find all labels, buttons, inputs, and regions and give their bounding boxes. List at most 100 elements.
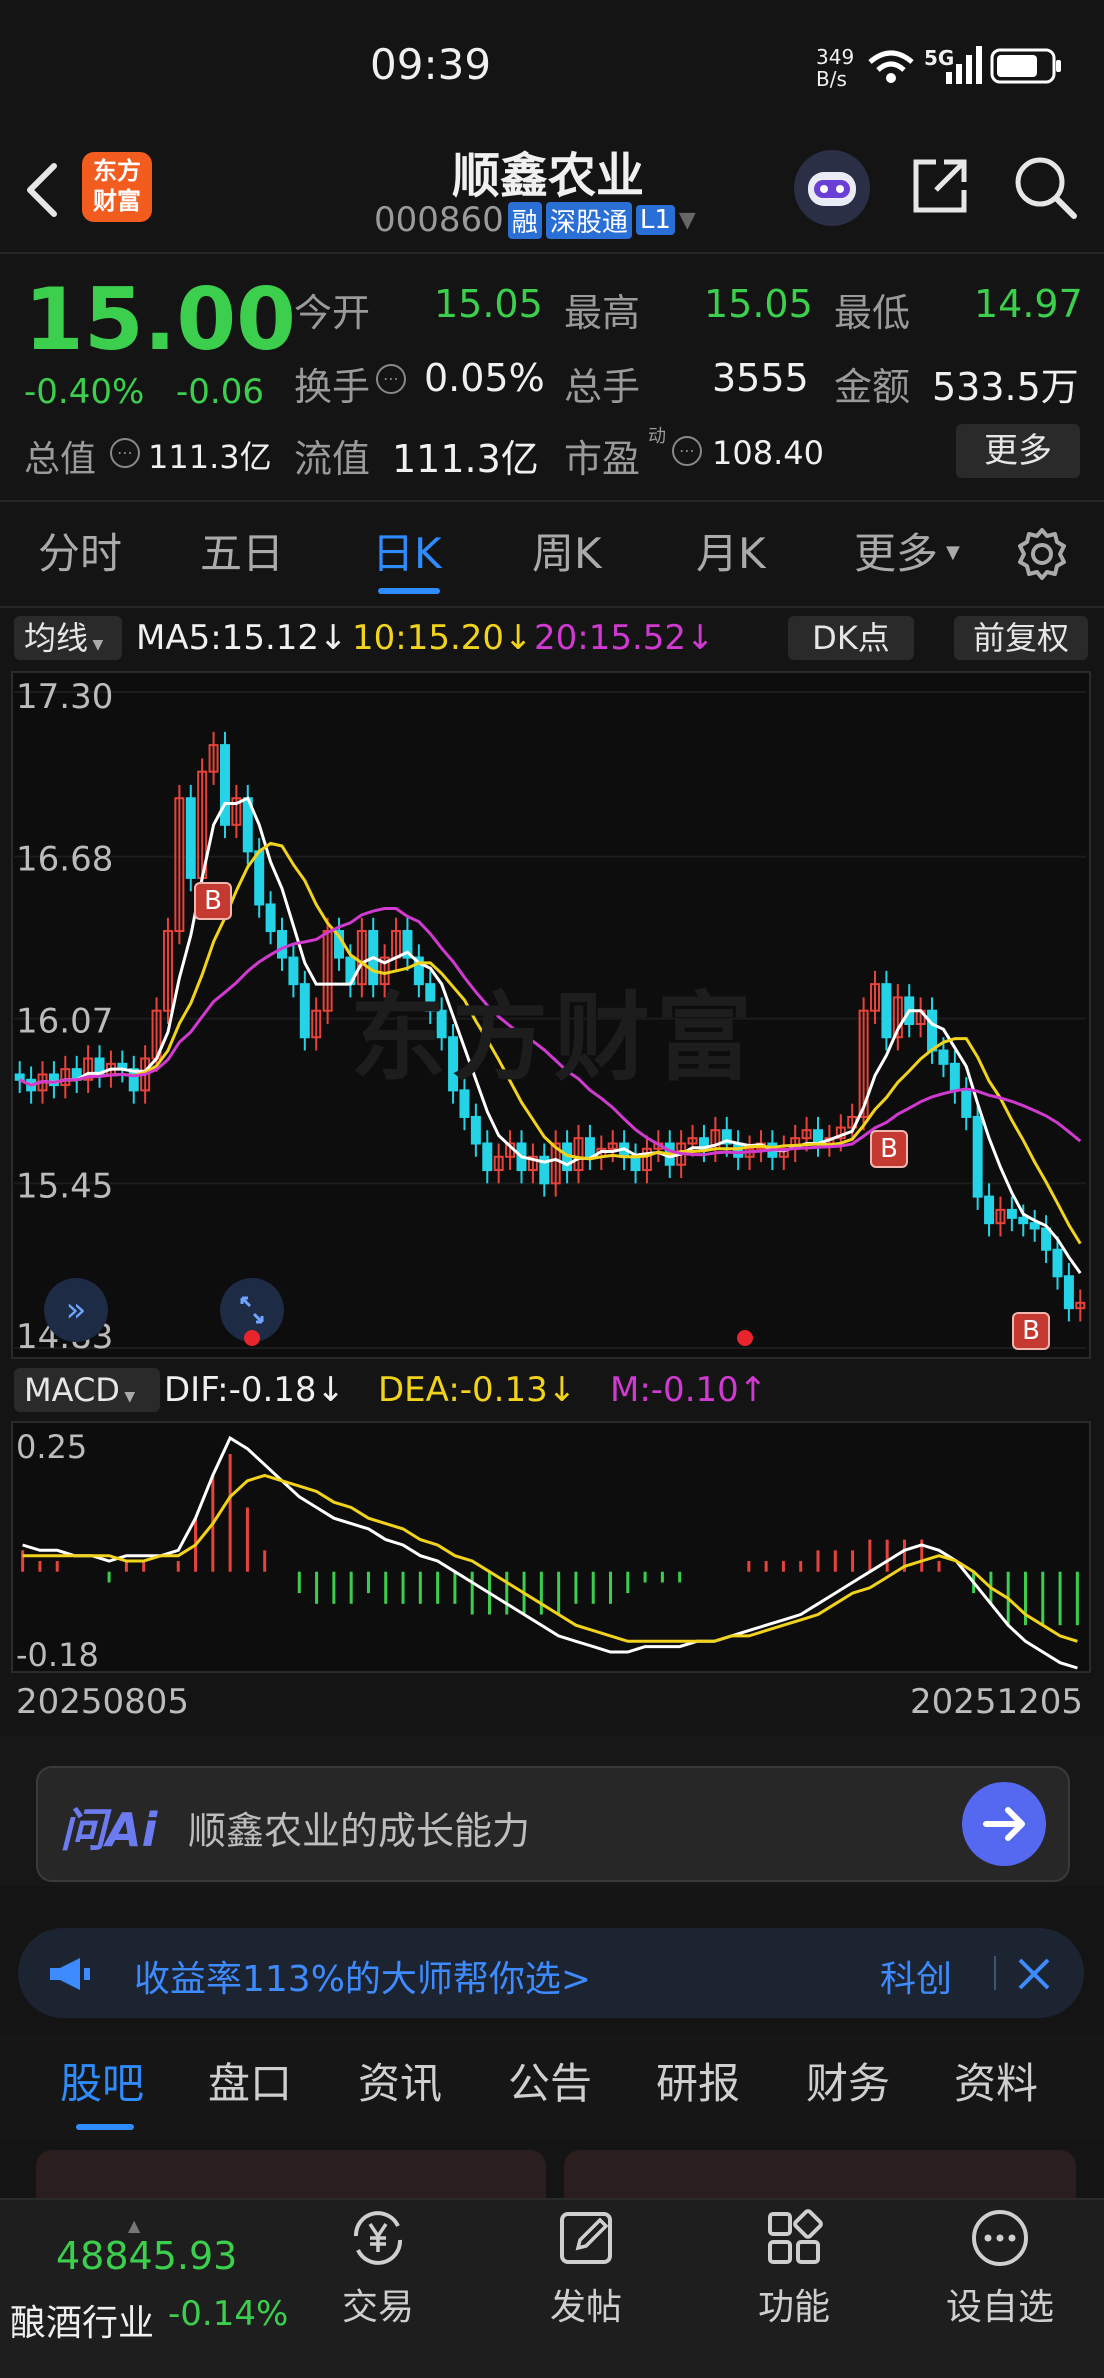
- index-name: 酿酒行业: [10, 2303, 155, 2344]
- macd-select[interactable]: MACD ▼: [14, 1368, 160, 1412]
- tab-intraday[interactable]: 分时: [38, 520, 122, 581]
- arrow-right-icon[interactable]: [962, 1782, 1046, 1866]
- ma-select[interactable]: 均线 ▼: [14, 616, 122, 660]
- info-icon[interactable]: ⋯: [376, 364, 406, 394]
- tag-level: L1: [635, 205, 675, 235]
- macd-chart[interactable]: 0.25 -0.18: [0, 1418, 1104, 1676]
- high-value: 15.05: [704, 282, 813, 326]
- nav-post[interactable]: 发帖: [534, 2206, 638, 2330]
- caret-down-icon: ▼: [88, 637, 104, 653]
- dif-readout: DIF:-0.18↓: [164, 1370, 346, 1410]
- amount-value: 533.5万: [932, 365, 1079, 409]
- index-ticker[interactable]: ▲ 48845.93 酿酒行业 -0.14%: [10, 2216, 300, 2360]
- nav-functions[interactable]: 功能: [742, 2206, 846, 2330]
- y-tick-label: 17.30: [16, 677, 113, 717]
- dea-readout: DEA:-0.13↓: [378, 1370, 577, 1410]
- caret-down-icon: ▼: [946, 542, 960, 563]
- tag-connect: 深股通: [545, 201, 632, 239]
- buy-marker[interactable]: B: [194, 882, 232, 920]
- chevron-down-icon: ▼: [678, 207, 696, 233]
- tab-monthly-k[interactable]: 月K: [696, 520, 766, 581]
- date-end: 20251205: [910, 1682, 1084, 1722]
- candle-body: [265, 903, 276, 933]
- tab-five-day[interactable]: 五日: [200, 520, 284, 581]
- open-label: 今开: [294, 291, 371, 335]
- adjust-button[interactable]: 前复权: [954, 616, 1088, 660]
- banner-right-text: 科创: [880, 1959, 953, 2000]
- battery-icon: [990, 48, 1062, 88]
- candle-body: [881, 983, 892, 1039]
- stock-title: 顺鑫农业: [452, 148, 645, 204]
- macd-select-label: MACD: [24, 1371, 120, 1409]
- buy-marker[interactable]: B: [1012, 1312, 1050, 1350]
- tag-margin: 融: [507, 201, 542, 239]
- tab-research[interactable]: 研报: [656, 2050, 740, 2111]
- tab-daily-k[interactable]: 日K: [372, 520, 442, 581]
- info-icon[interactable]: ⋯: [110, 438, 140, 468]
- y-tick-label: 16.07: [16, 1002, 113, 1042]
- close-icon[interactable]: [1014, 1954, 1054, 1998]
- expand-sidebar-icon[interactable]: »: [44, 1278, 108, 1342]
- search-icon[interactable]: [1012, 154, 1078, 224]
- ai-search-bar[interactable]: 问Ai 顺鑫农业的成长能力: [36, 1766, 1070, 1882]
- y-tick-label: -0.18: [16, 1636, 99, 1674]
- candle-body: [254, 850, 265, 906]
- buy-marker[interactable]: B: [870, 1130, 908, 1168]
- tab-weekly-k[interactable]: 周K: [532, 520, 602, 581]
- candle-body: [299, 983, 310, 1039]
- open-value: 15.05: [434, 282, 543, 326]
- y-tick-label: 15.45: [16, 1166, 113, 1206]
- header: 东方 财富 顺鑫农业 000860 融 深股通 L1 ▼: [0, 130, 1104, 250]
- network-speed: 349 B/s: [816, 45, 855, 91]
- candle-body: [961, 1089, 972, 1118]
- y-tick-label: 0.25: [16, 1428, 87, 1466]
- nav-functions-label: 功能: [757, 2287, 830, 2328]
- index-change: -0.14%: [168, 2294, 289, 2334]
- candle-body: [972, 1115, 983, 1198]
- share-icon[interactable]: [908, 154, 972, 222]
- status-bar: 09:39 349 B/s 5G: [0, 0, 1104, 130]
- back-icon[interactable]: [22, 160, 62, 224]
- event-dot[interactable]: [737, 1330, 753, 1346]
- robot-avatar-icon[interactable]: [792, 148, 872, 232]
- info-icon[interactable]: ⋯: [672, 436, 702, 466]
- candle-body: [927, 1009, 938, 1052]
- candle-body: [1041, 1227, 1052, 1251]
- grid-icon: [768, 2209, 823, 2264]
- tab-forum[interactable]: 股吧: [60, 2050, 144, 2111]
- tab-announcements[interactable]: 公告: [508, 2050, 592, 2111]
- active-tab-indicator: [378, 588, 440, 594]
- candle-body: [1029, 1222, 1040, 1230]
- pe-label: 市盈: [564, 437, 641, 481]
- candle-body: [1006, 1208, 1017, 1219]
- candle-body: [185, 797, 196, 879]
- mktcap-label: 总值: [24, 439, 97, 480]
- low-value: 14.97: [974, 282, 1083, 326]
- candle-body: [1018, 1216, 1029, 1225]
- candle-body: [482, 1142, 493, 1172]
- high-label: 最高: [564, 291, 641, 335]
- event-dot[interactable]: [244, 1330, 260, 1346]
- pe-value: 108.40: [712, 434, 824, 472]
- dk-button[interactable]: DK点: [788, 616, 914, 660]
- tab-order-book[interactable]: 盘口: [208, 2050, 292, 2111]
- tab-financials[interactable]: 财务: [806, 2050, 890, 2111]
- ai-logo: 问Ai: [60, 1803, 158, 1857]
- tab-news[interactable]: 资讯: [358, 2050, 442, 2111]
- candle-body: [984, 1195, 995, 1225]
- tab-profile[interactable]: 资料: [954, 2050, 1038, 2111]
- edit-icon: [560, 2212, 612, 2264]
- gear-icon[interactable]: [1014, 526, 1070, 586]
- candle-body: [584, 1137, 595, 1158]
- turnover-value: 0.05%: [424, 356, 545, 400]
- divider: [0, 606, 1104, 608]
- nav-add-watchlist[interactable]: 设自选: [934, 2206, 1066, 2330]
- stock-code-row[interactable]: 000860 融 深股通 L1 ▼: [374, 200, 696, 240]
- brand-logo[interactable]: 东方 财富: [82, 152, 152, 222]
- nav-trade[interactable]: 交易: [326, 2206, 430, 2330]
- more-button[interactable]: 更多: [956, 424, 1080, 478]
- tab-more[interactable]: 更多: [854, 520, 938, 581]
- amount-label: 金额: [834, 365, 911, 409]
- promo-banner[interactable]: 收益率113%的大师帮你选> 科创: [18, 1928, 1084, 2018]
- wifi-icon: [866, 48, 916, 88]
